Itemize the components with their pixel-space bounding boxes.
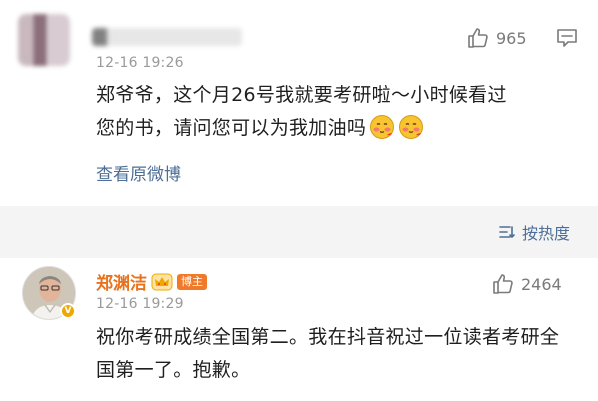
comment-reply-icon[interactable] bbox=[556, 28, 578, 48]
reply-timestamp: 12-16 19:29 bbox=[96, 296, 184, 312]
sort-icon bbox=[499, 226, 515, 239]
thumbs-up-icon bbox=[493, 274, 513, 294]
comment-timestamp: 12-16 19:26 bbox=[96, 55, 184, 71]
comment-like-count: 965 bbox=[496, 28, 527, 48]
view-original-link[interactable]: 查看原微博 bbox=[96, 160, 181, 185]
commenter-avatar[interactable] bbox=[18, 14, 70, 66]
author-name[interactable]: 郑渊洁 bbox=[96, 269, 147, 294]
comment-like-button[interactable]: 965 bbox=[466, 26, 527, 50]
comment-text: 郑爷爷，这个月26号我就要考研啦～小时候看过您的书，请问您可以为我加油吗 bbox=[96, 79, 516, 145]
comment-text-body: 郑爷爷，这个月26号我就要考研啦～小时候看过您的书，请问您可以为我加油吗 bbox=[96, 84, 507, 139]
blogger-tag: 博主 bbox=[177, 273, 207, 290]
reply-like-count: 2464 bbox=[521, 274, 562, 294]
sort-label: 按热度 bbox=[521, 224, 570, 243]
blushing-emoji-icon bbox=[399, 115, 424, 139]
reply-author: 郑渊洁 博主 bbox=[96, 269, 207, 294]
reply-like-button[interactable]: 2464 bbox=[491, 272, 562, 296]
reply-text: 祝你考研成绩全国第二。我在抖音祝过一位读者考研全国第一了。抱歉。 bbox=[96, 326, 560, 381]
commenter-name[interactable] bbox=[92, 28, 242, 46]
crown-icon bbox=[151, 273, 173, 290]
sort-by-hot-button[interactable]: 按热度 bbox=[498, 220, 570, 244]
original-comment: 12-16 19:26 965 郑爷爷，这个月26号我就要考研啦～小时候看过您的… bbox=[0, 0, 598, 206]
thumbs-up-icon bbox=[468, 28, 488, 48]
verified-badge: V bbox=[60, 303, 76, 319]
blushing-emoji-icon bbox=[370, 115, 395, 139]
